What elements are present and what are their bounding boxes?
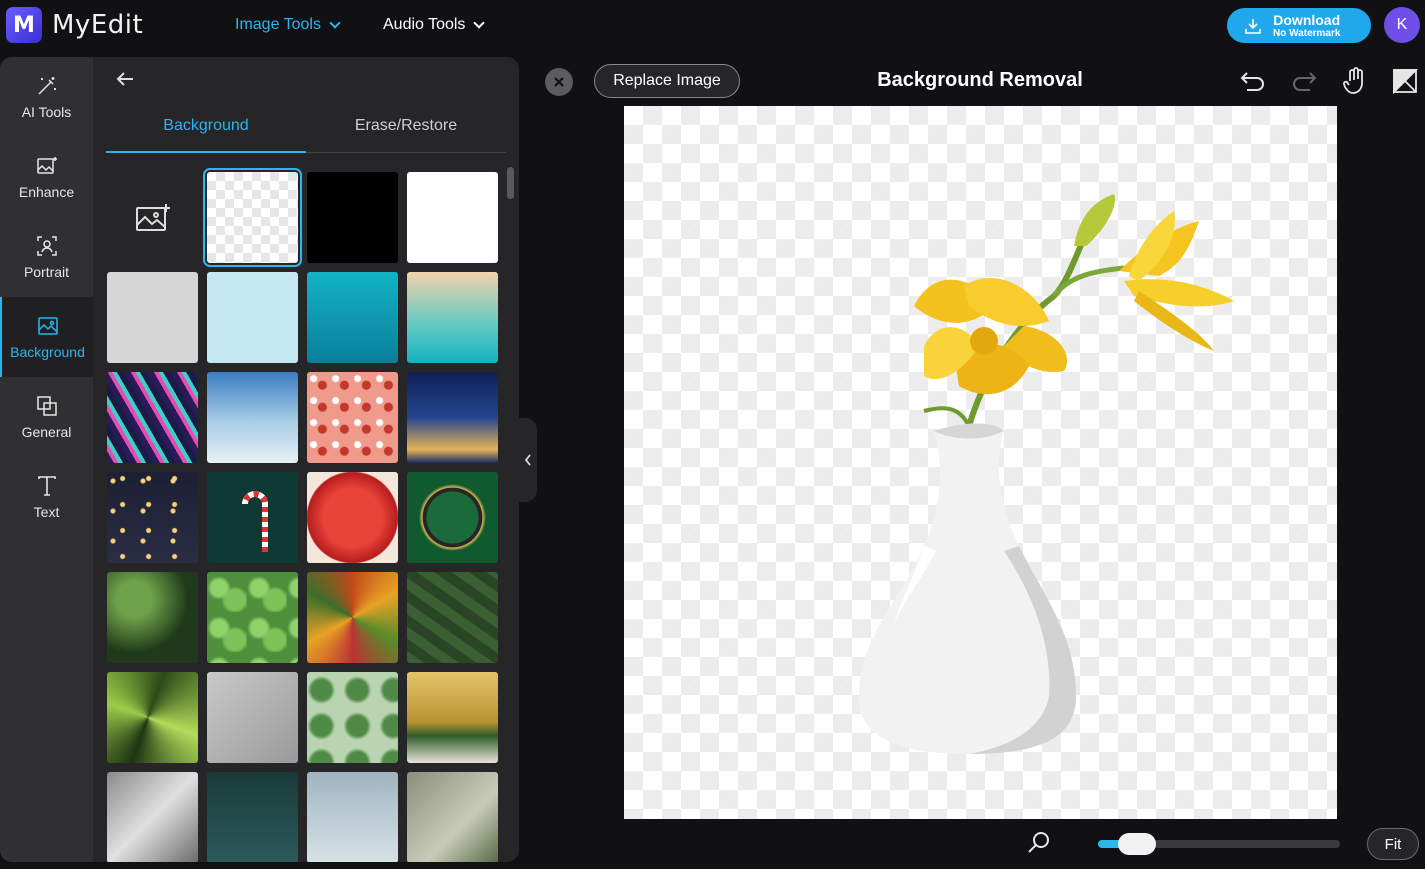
- sidebar-item-label: Text: [33, 504, 60, 520]
- flower-vase-image: [859, 194, 1234, 754]
- hand-icon: [1343, 67, 1363, 94]
- undo-button[interactable]: [1238, 66, 1268, 96]
- download-icon: [1245, 18, 1261, 34]
- template-palm-leaf[interactable]: [107, 672, 198, 763]
- image-tools-menu[interactable]: Image Tools: [235, 16, 341, 34]
- download-label: Download: [1273, 11, 1341, 28]
- avatar[interactable]: K: [1384, 7, 1420, 43]
- sidebar-item-label: Background: [10, 344, 85, 360]
- sidebar-item-label: General: [21, 424, 72, 440]
- audio-tools-label: Audio Tools: [383, 16, 466, 33]
- audio-tools-menu[interactable]: Audio Tools: [383, 16, 486, 34]
- template-merry-christmas-snow[interactable]: [207, 372, 298, 463]
- template-santa-pattern[interactable]: [307, 372, 398, 463]
- replace-image-button[interactable]: Replace Image: [594, 64, 740, 98]
- zoom-slider-thumb[interactable]: [1118, 833, 1157, 855]
- sidebar-item-ai-tools[interactable]: AI Tools: [0, 57, 93, 137]
- template-shadow-plant[interactable]: [407, 772, 498, 862]
- swatch-light-gray[interactable]: [107, 272, 198, 363]
- template-merry-christmas-wreath[interactable]: [407, 472, 498, 563]
- image-canvas[interactable]: [624, 106, 1337, 819]
- template-fern-gray[interactable]: [207, 672, 298, 763]
- swatch-transparent[interactable]: [203, 168, 302, 267]
- collapse-panel-button[interactable]: [519, 418, 537, 502]
- page-title: Background Removal: [877, 69, 1083, 91]
- image-tools-label: Image Tools: [235, 16, 321, 33]
- template-palm-shadow[interactable]: [107, 772, 198, 862]
- redo-icon: [1293, 72, 1317, 91]
- text-icon: [37, 476, 56, 496]
- template-dark-leaves[interactable]: [407, 572, 498, 663]
- chevron-down-icon: [473, 17, 486, 29]
- compare-button[interactable]: [1390, 66, 1420, 96]
- back-arrow-icon[interactable]: [113, 67, 137, 91]
- sidebar-item-portrait[interactable]: Portrait: [0, 217, 93, 297]
- panel-scrollbar[interactable]: [507, 167, 514, 199]
- app-name: MyEdit: [52, 10, 144, 40]
- background-panel: Background Erase/Restore: [93, 57, 519, 862]
- upload-background-button[interactable]: [107, 172, 198, 263]
- portrait-icon: [36, 236, 57, 256]
- template-dark-teal-leaves[interactable]: [207, 772, 298, 862]
- redo-button[interactable]: [1289, 66, 1319, 96]
- template-misty-blue[interactable]: [307, 772, 398, 862]
- template-golden-plants[interactable]: [407, 672, 498, 763]
- sidebar-item-label: Enhance: [18, 184, 75, 200]
- tab-erase-restore[interactable]: Erase/Restore: [306, 109, 506, 153]
- sidebar-item-text[interactable]: Text: [0, 457, 93, 537]
- tab-background[interactable]: Background: [106, 109, 306, 153]
- tool-sidebar: AI Tools Enhance Portrait Background Gen…: [0, 57, 93, 862]
- chevron-left-icon: [524, 454, 531, 466]
- template-candy-cane[interactable]: [207, 472, 298, 563]
- app-logo[interactable]: M MyEdit: [6, 7, 143, 43]
- template-leaves-light-green[interactable]: [307, 672, 398, 763]
- pan-hand-button[interactable]: [1340, 66, 1370, 96]
- download-button[interactable]: Download No Watermark: [1227, 8, 1371, 43]
- background-image-icon: [37, 317, 58, 335]
- chevron-down-icon: [329, 17, 341, 29]
- sidebar-item-background[interactable]: Background: [0, 297, 93, 377]
- logo-mark: M: [6, 7, 42, 43]
- template-string-lights[interactable]: [107, 472, 198, 563]
- close-button[interactable]: [545, 68, 573, 96]
- search-icon[interactable]: [1026, 830, 1052, 856]
- compare-icon: [1393, 69, 1418, 94]
- panel-tabs: Background Erase/Restore: [106, 109, 506, 153]
- top-bar: M MyEdit Image Tools Audio Tools Downloa…: [0, 0, 1425, 52]
- swatch-black[interactable]: [307, 172, 398, 263]
- zoom-slider[interactable]: [1098, 833, 1340, 855]
- template-merry-christmas-red[interactable]: [307, 472, 398, 563]
- sidebar-item-enhance[interactable]: Enhance: [0, 137, 93, 217]
- template-green-leaves[interactable]: [207, 572, 298, 663]
- sidebar-item-general[interactable]: General: [0, 377, 93, 457]
- candy-cane-icon: [242, 491, 268, 552]
- fit-button[interactable]: Fit: [1367, 828, 1419, 860]
- enhance-image-icon: [36, 157, 57, 174]
- sidebar-item-label: AI Tools: [21, 104, 72, 120]
- swatch-white[interactable]: [407, 172, 498, 263]
- template-monstera-leaves[interactable]: [107, 572, 198, 663]
- template-winter-night[interactable]: [407, 372, 498, 463]
- template-christmas-trees[interactable]: [107, 372, 198, 463]
- swatch-sand-cyan-gradient[interactable]: [407, 272, 498, 363]
- add-image-icon: [135, 203, 170, 231]
- close-icon: [554, 77, 564, 87]
- general-layers-icon: [36, 396, 57, 416]
- download-sublabel: No Watermark: [1273, 27, 1341, 39]
- swatch-teal-gradient[interactable]: [307, 272, 398, 363]
- template-autumn-leaves[interactable]: [307, 572, 398, 663]
- undo-icon: [1240, 72, 1264, 91]
- magic-wand-icon: [37, 77, 56, 95]
- swatch-light-blue[interactable]: [207, 272, 298, 363]
- sidebar-item-label: Portrait: [23, 264, 70, 280]
